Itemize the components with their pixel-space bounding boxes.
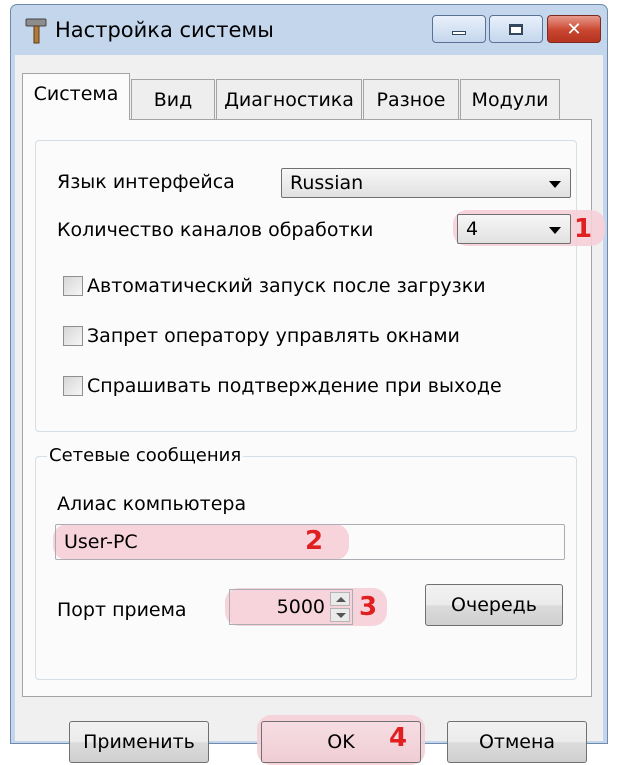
- tab-label: Модули: [471, 89, 549, 111]
- maximize-icon: [490, 16, 542, 42]
- port-value: 5000: [276, 596, 325, 618]
- minimize-button[interactable]: [432, 15, 486, 43]
- tab-label: Диагностика: [224, 89, 354, 111]
- window-title: Настройка системы: [55, 18, 274, 42]
- annotation-number-1: 1: [574, 214, 593, 244]
- maximize-button[interactable]: [489, 15, 543, 43]
- port-spin-buttons: [330, 592, 350, 622]
- deny-operator-windows-checkbox[interactable]: [63, 326, 83, 346]
- port-stepper[interactable]: 5000: [229, 589, 353, 625]
- apply-button[interactable]: Применить: [69, 721, 209, 763]
- dialog-client-area: Система Вид Диагностика Разное Модули Яз…: [15, 55, 605, 765]
- alias-label: Алиас компьютера: [57, 493, 247, 515]
- chevron-down-icon: [549, 227, 561, 234]
- chevron-down-icon: [549, 181, 561, 188]
- tab-misc[interactable]: Разное: [363, 79, 459, 119]
- port-label: Порт приема: [57, 599, 187, 621]
- arrow-down-icon: [336, 613, 346, 618]
- spin-up-button[interactable]: [330, 592, 350, 606]
- language-label: Язык интерфейса: [57, 171, 235, 193]
- close-icon: ✕: [566, 18, 582, 40]
- tab-diagnostics[interactable]: Диагностика: [216, 79, 362, 119]
- tab-system[interactable]: Система: [22, 73, 130, 120]
- tab-label: Система: [33, 83, 119, 105]
- annotation-number-4: 4: [389, 723, 408, 753]
- autostart-label: Автоматический запуск после загрузки: [87, 275, 486, 297]
- channels-label: Количество каналов обработки: [57, 219, 374, 241]
- alias-value: User-PC: [64, 531, 138, 553]
- language-select[interactable]: Russian: [281, 168, 571, 198]
- channels-select[interactable]: 4: [457, 214, 571, 244]
- settings-window: Настройка системы ✕ Система Вид Диагност…: [10, 4, 608, 765]
- tab-view[interactable]: Вид: [131, 79, 215, 119]
- tab-label: Разное: [376, 89, 446, 111]
- annotation-number-2: 2: [305, 526, 324, 556]
- title-bar[interactable]: Настройка системы ✕: [11, 5, 607, 55]
- spin-down-button[interactable]: [330, 608, 350, 622]
- confirm-exit-checkbox[interactable]: [63, 376, 83, 396]
- annotation-number-3: 3: [359, 592, 378, 622]
- close-button[interactable]: ✕: [547, 15, 601, 43]
- channels-value: 4: [466, 218, 479, 240]
- tab-modules[interactable]: Модули: [460, 79, 560, 119]
- network-messages-group: [35, 456, 577, 680]
- hammer-icon: [25, 18, 47, 44]
- language-value: Russian: [290, 172, 364, 194]
- cancel-button[interactable]: Отмена: [447, 721, 587, 763]
- tab-label: Вид: [153, 89, 193, 111]
- network-group-legend: Сетевые сообщения: [47, 445, 244, 466]
- tab-panel-system: Язык интерфейса Russian Количество канал…: [22, 119, 605, 697]
- queue-button[interactable]: Очередь: [425, 584, 563, 626]
- confirm-exit-label: Спрашивать подтверждение при выходе: [87, 375, 502, 397]
- arrow-up-icon: [336, 597, 346, 602]
- deny-operator-windows-label: Запрет оператору управлять окнами: [87, 325, 460, 347]
- autostart-checkbox[interactable]: [63, 276, 83, 296]
- minimize-icon: [433, 16, 485, 42]
